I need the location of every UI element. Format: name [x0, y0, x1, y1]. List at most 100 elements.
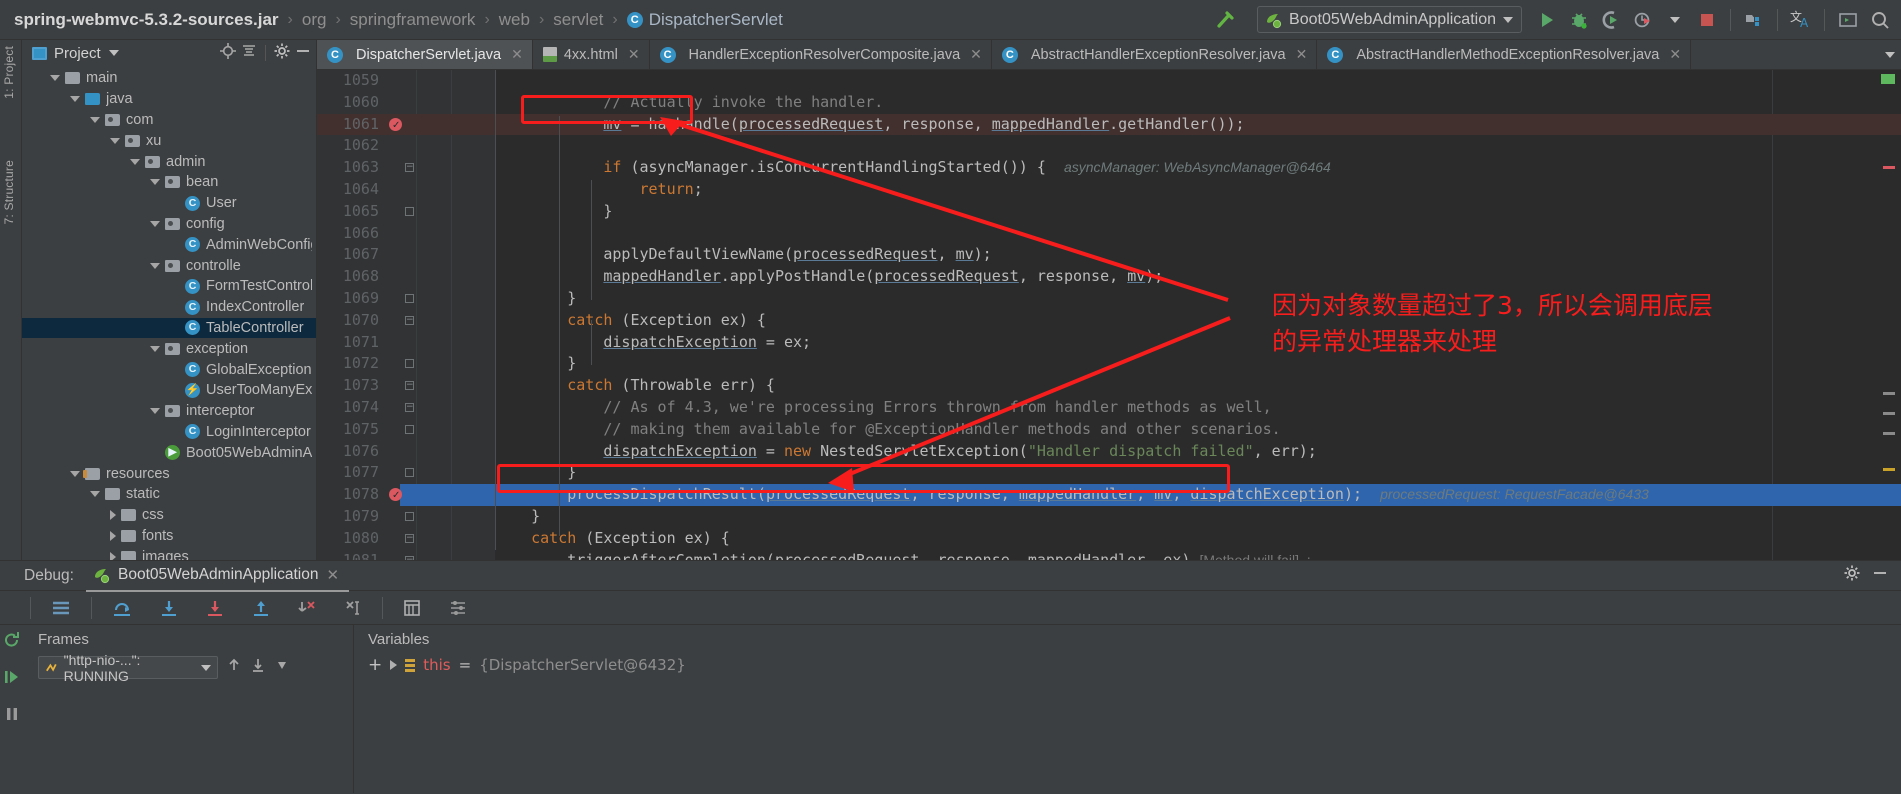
frames-up-icon[interactable]	[226, 657, 242, 678]
breakpoint-icon[interactable]	[389, 485, 402, 507]
tree-item-static[interactable]: static	[22, 484, 316, 505]
tree-item-user[interactable]: C User	[22, 193, 316, 214]
tree-item-bean[interactable]: bean	[22, 172, 316, 193]
project-structure-icon[interactable]	[1739, 5, 1769, 35]
chevron-down-icon[interactable]	[130, 158, 140, 165]
code-line-1062[interactable]: 1062	[317, 135, 1901, 157]
scrollbar-marker[interactable]	[1883, 392, 1895, 395]
chevron-down-icon[interactable]	[150, 220, 160, 227]
code-line-1067[interactable]: 1067 applyDefaultViewName(processedReque…	[317, 244, 1901, 266]
close-tab-icon[interactable]: ✕	[628, 46, 640, 63]
chevron-down-icon[interactable]	[150, 345, 160, 352]
project-tree[interactable]: main java com xu admin bean C User config C AdminW…	[22, 66, 316, 560]
tree-item-controlle[interactable]: controlle	[22, 255, 316, 276]
close-tab-icon[interactable]: ✕	[1669, 46, 1681, 63]
run-with-coverage-icon[interactable]	[1596, 5, 1626, 35]
code-fold-icon[interactable]	[405, 468, 414, 478]
chevron-right-icon[interactable]	[110, 551, 116, 560]
close-tab-icon[interactable]: ✕	[970, 46, 982, 63]
code-line-1078[interactable]: 1078 processDispatchResult(processedRequ…	[317, 484, 1901, 507]
code-line-1060[interactable]: 1060 // Actually invoke the handler.	[317, 92, 1901, 114]
code-line-1080[interactable]: 1080 catch (Exception ex) {	[317, 528, 1901, 550]
step-into-icon[interactable]	[146, 591, 192, 625]
close-icon[interactable]: ✕	[326, 566, 339, 584]
scrollbar-marker[interactable]	[1883, 166, 1895, 169]
force-step-into-icon[interactable]	[192, 591, 238, 625]
tree-item-exception[interactable]: exception	[22, 338, 316, 359]
frames-pane[interactable]: Frames "http-nio-...": RUNNING	[24, 625, 354, 793]
chevron-down-icon[interactable]	[1503, 16, 1513, 23]
code-line-1075[interactable]: 1075 // making them available for @Excep…	[317, 419, 1901, 441]
chevron-down-icon[interactable]	[70, 96, 80, 103]
chevron-down-icon[interactable]	[1660, 5, 1690, 35]
gear-icon[interactable]	[1843, 564, 1861, 587]
run-icon[interactable]	[1532, 5, 1562, 35]
code-fold-icon[interactable]: −	[405, 163, 414, 173]
evaluate-expression-icon[interactable]	[389, 591, 435, 625]
code-line-1073[interactable]: 1073 catch (Throwable err) {	[317, 375, 1901, 397]
tree-item-xu[interactable]: xu	[22, 130, 316, 151]
hide-panel-icon[interactable]	[294, 42, 312, 65]
step-over-icon[interactable]	[98, 591, 146, 625]
tree-item-resources[interactable]: resources	[22, 463, 316, 484]
rerun-icon[interactable]	[3, 631, 21, 654]
chevron-down-icon[interactable]	[150, 408, 160, 415]
scrollbar-marker[interactable]	[1883, 412, 1895, 415]
code-fold-icon[interactable]	[405, 424, 414, 434]
tree-item-java[interactable]: java	[22, 89, 316, 110]
profiler-icon[interactable]	[1628, 5, 1658, 35]
sidebar-tab-project[interactable]: 1: Project	[2, 46, 16, 99]
resume-icon[interactable]	[3, 668, 21, 691]
drop-frame-icon[interactable]	[284, 591, 330, 625]
scrollbar-marker[interactable]	[1883, 468, 1895, 471]
tree-item-formtestcontroller[interactable]: C FormTestController	[22, 276, 316, 297]
inspection-status-icon[interactable]	[1881, 74, 1895, 84]
breadcrumb-item-jar[interactable]: spring-webmvc-5.3.2-sources.jar	[14, 10, 279, 30]
editor-tabs-overflow[interactable]	[1879, 40, 1901, 69]
tree-item-admin[interactable]: admin	[22, 151, 316, 172]
tree-item-main[interactable]: main	[22, 68, 316, 89]
tree-item-config[interactable]: config	[22, 214, 316, 235]
breadcrumb-item-springframework[interactable]: springframework	[350, 10, 476, 30]
tree-item-images[interactable]: images	[22, 546, 316, 560]
tree-item-boot05webadminapplication[interactable]: ▶ Boot05WebAdminApplication	[22, 442, 316, 463]
chevron-right-icon[interactable]	[110, 530, 116, 541]
mute-breakpoints-icon[interactable]	[37, 591, 85, 625]
stop-icon[interactable]	[1692, 5, 1722, 35]
code-line-1076[interactable]: 1076 dispatchException = new NestedServl…	[317, 441, 1901, 463]
tree-item-adminwebconfig[interactable]: C AdminWebConfig	[22, 234, 316, 255]
hide-panel-icon[interactable]	[1871, 564, 1889, 587]
code-line-1064[interactable]: 1064 return;	[317, 179, 1901, 201]
breadcrumb-item-servlet[interactable]: servlet	[553, 10, 603, 30]
run-to-cursor-icon[interactable]	[330, 591, 376, 625]
frames-bottom-icon[interactable]	[250, 657, 266, 678]
build-hammer-icon[interactable]	[1211, 5, 1241, 35]
tree-item-logininterceptor[interactable]: C LoginInterceptor	[22, 422, 316, 443]
gear-icon[interactable]	[273, 42, 291, 65]
tree-item-com[interactable]: com	[22, 110, 316, 131]
chevron-right-icon[interactable]	[110, 510, 116, 521]
code-line-1079[interactable]: 1079 }	[317, 506, 1901, 528]
code-line-1065[interactable]: 1065 }	[317, 201, 1901, 223]
code-line-1081[interactable]: 1081 triggerAfterCompletion(processedReq…	[317, 550, 1901, 560]
editor-tab-dispatcherservlet-java[interactable]: C DispatcherServlet.java ✕	[317, 40, 533, 69]
settings-icon[interactable]	[435, 591, 481, 625]
code-fold-icon[interactable]: −	[405, 403, 414, 412]
tree-item-tablecontroller[interactable]: C TableController	[22, 317, 316, 339]
debug-icon[interactable]	[1564, 5, 1594, 35]
chevron-down-icon[interactable]	[108, 50, 119, 56]
tree-item-usertoomanyexception[interactable]: ⚡ UserTooManyException	[22, 380, 316, 401]
chevron-down-icon[interactable]	[150, 262, 160, 269]
editor-tab-handlerexceptionresolvercomposite-java[interactable]: C HandlerExceptionResolverComposite.java ✕	[650, 40, 992, 69]
tree-item-indexcontroller[interactable]: C IndexController	[22, 297, 316, 318]
code-line-1068[interactable]: 1068 mappedHandler.applyPostHandle(proce…	[317, 266, 1901, 288]
step-out-icon[interactable]	[238, 591, 284, 625]
locate-target-icon[interactable]	[219, 42, 237, 65]
variable-row[interactable]: + this = {DispatcherServlet@6432}	[354, 652, 1901, 674]
expand-arrow-icon[interactable]	[390, 660, 398, 670]
translate-icon[interactable]: 文A	[1786, 5, 1816, 35]
breakpoint-icon[interactable]	[389, 115, 402, 136]
chevron-down-icon[interactable]	[1885, 51, 1895, 58]
code-fold-icon[interactable]	[405, 512, 414, 521]
scrollbar-marker[interactable]	[1883, 432, 1895, 435]
